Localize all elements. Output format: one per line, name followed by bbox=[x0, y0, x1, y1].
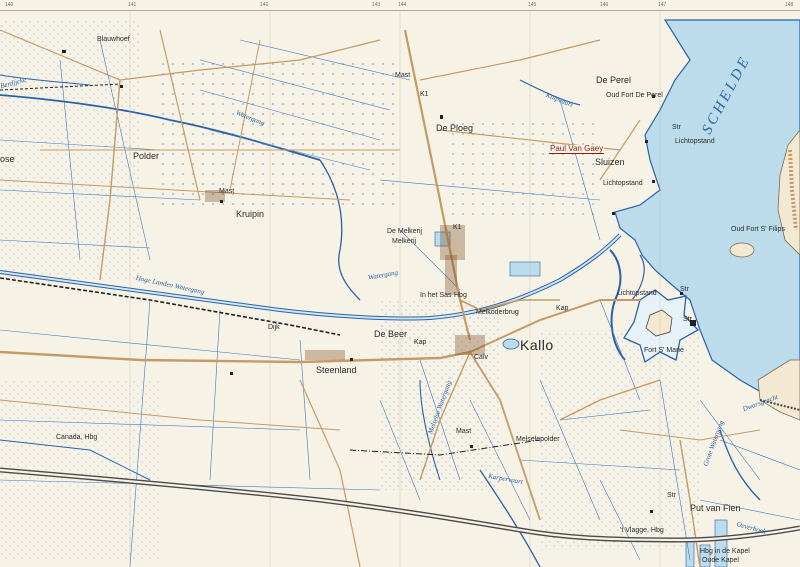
map-drawing bbox=[0, 0, 800, 567]
place-label-mast: Mast bbox=[395, 72, 411, 79]
place-label-k1: K1 bbox=[453, 224, 462, 231]
place-label-dijk: Dijk bbox=[268, 324, 280, 331]
place-label-fort-st-marie: Fort S' Marie bbox=[644, 347, 684, 354]
restaurant-label-paul-van-gaey[interactable]: Paul Van Gaey bbox=[549, 145, 605, 154]
place-label-de-perel: De Perel bbox=[596, 75, 632, 85]
place-label-mast: Mast bbox=[219, 188, 235, 195]
place-label-oud-fort-de-perel: Oud Fort De Perel bbox=[606, 92, 663, 99]
place-label-oude-kapel: Oude Kapel bbox=[702, 557, 739, 564]
place-label-de-beer: De Beer bbox=[374, 329, 408, 339]
grid-tick-label: 148 bbox=[785, 2, 794, 8]
marsh-area bbox=[540, 330, 700, 550]
place-label-str: Str bbox=[680, 286, 689, 293]
grid-tick-label: 142 bbox=[260, 2, 269, 8]
place-label-polder: Polder bbox=[133, 151, 160, 161]
place-label-lichtopstand: Lichtopstand bbox=[603, 180, 643, 187]
place-label-lichtopstand: Lichtopstand bbox=[675, 138, 715, 145]
grid-tick-label: 145 bbox=[528, 2, 537, 8]
grid-tick-label: 146 bbox=[600, 2, 609, 8]
grid-tick-label: 141 bbox=[128, 2, 137, 8]
marsh-area bbox=[450, 120, 600, 220]
place-label-sluizen: Sluizen bbox=[595, 157, 625, 167]
place-label-put-van-fien: Put van Fien bbox=[690, 503, 741, 513]
place-label-kruipin: Kruipin bbox=[236, 209, 265, 219]
fort-island bbox=[729, 242, 755, 258]
place-label-str: Str bbox=[672, 124, 681, 131]
place-label-str: Str bbox=[667, 492, 676, 499]
place-label-kallo: Kallo bbox=[520, 337, 554, 353]
map-frame-top: 140 141 142 143 144 145 146 147 148 bbox=[0, 0, 800, 11]
grid-tick-label: 143 bbox=[372, 2, 381, 8]
place-label-in-het-sas: In het Sas bbox=[420, 292, 452, 299]
place-label-oud-fort-st-filips: Oud Fort S' Filips bbox=[731, 226, 785, 233]
grid-tick-label: 147 bbox=[658, 2, 667, 8]
place-label-kap: Kap bbox=[556, 305, 569, 312]
place-label-t-vlaggen-hbg: 't Vlagge, Hbg bbox=[620, 527, 664, 534]
place-label-lichtopstand: Lichtopstand bbox=[617, 290, 657, 297]
place-label-kap: Kap bbox=[414, 339, 427, 346]
place-label-steenland: Steenland bbox=[316, 365, 357, 375]
place-label-melkoderbrug: Melkoderbrug bbox=[476, 309, 519, 316]
place-label-de-melkerij: De Melkerij bbox=[387, 228, 423, 235]
place-label-melkerij: Melkerij bbox=[392, 238, 417, 245]
place-label-blauwhoef: Blauwhoef bbox=[97, 36, 130, 43]
marsh-area bbox=[160, 60, 400, 210]
place-label-hbg-in-de-kapel: Hbg in de Kapel bbox=[700, 548, 750, 555]
place-label-k1: K1 bbox=[420, 91, 429, 98]
place-label-hbg: Hbg bbox=[454, 292, 467, 299]
place-label-de-ploeg: De Ploeg bbox=[436, 123, 474, 133]
place-label-str: Str bbox=[683, 316, 692, 323]
place-label-mast: Mast bbox=[456, 428, 472, 435]
place-label-canada-hbg: Canada, Hbg bbox=[56, 434, 98, 441]
place-label-melselepolder: Melselepolder bbox=[516, 436, 560, 443]
grid-tick-label: 144 bbox=[398, 2, 407, 8]
place-label-ose: ose bbox=[0, 154, 15, 164]
place-label-calv: Calv bbox=[474, 354, 489, 361]
grid-tick-label: 140 bbox=[5, 2, 14, 8]
topographic-map[interactable]: 140 141 142 143 144 145 146 147 148 Blau… bbox=[0, 0, 800, 567]
